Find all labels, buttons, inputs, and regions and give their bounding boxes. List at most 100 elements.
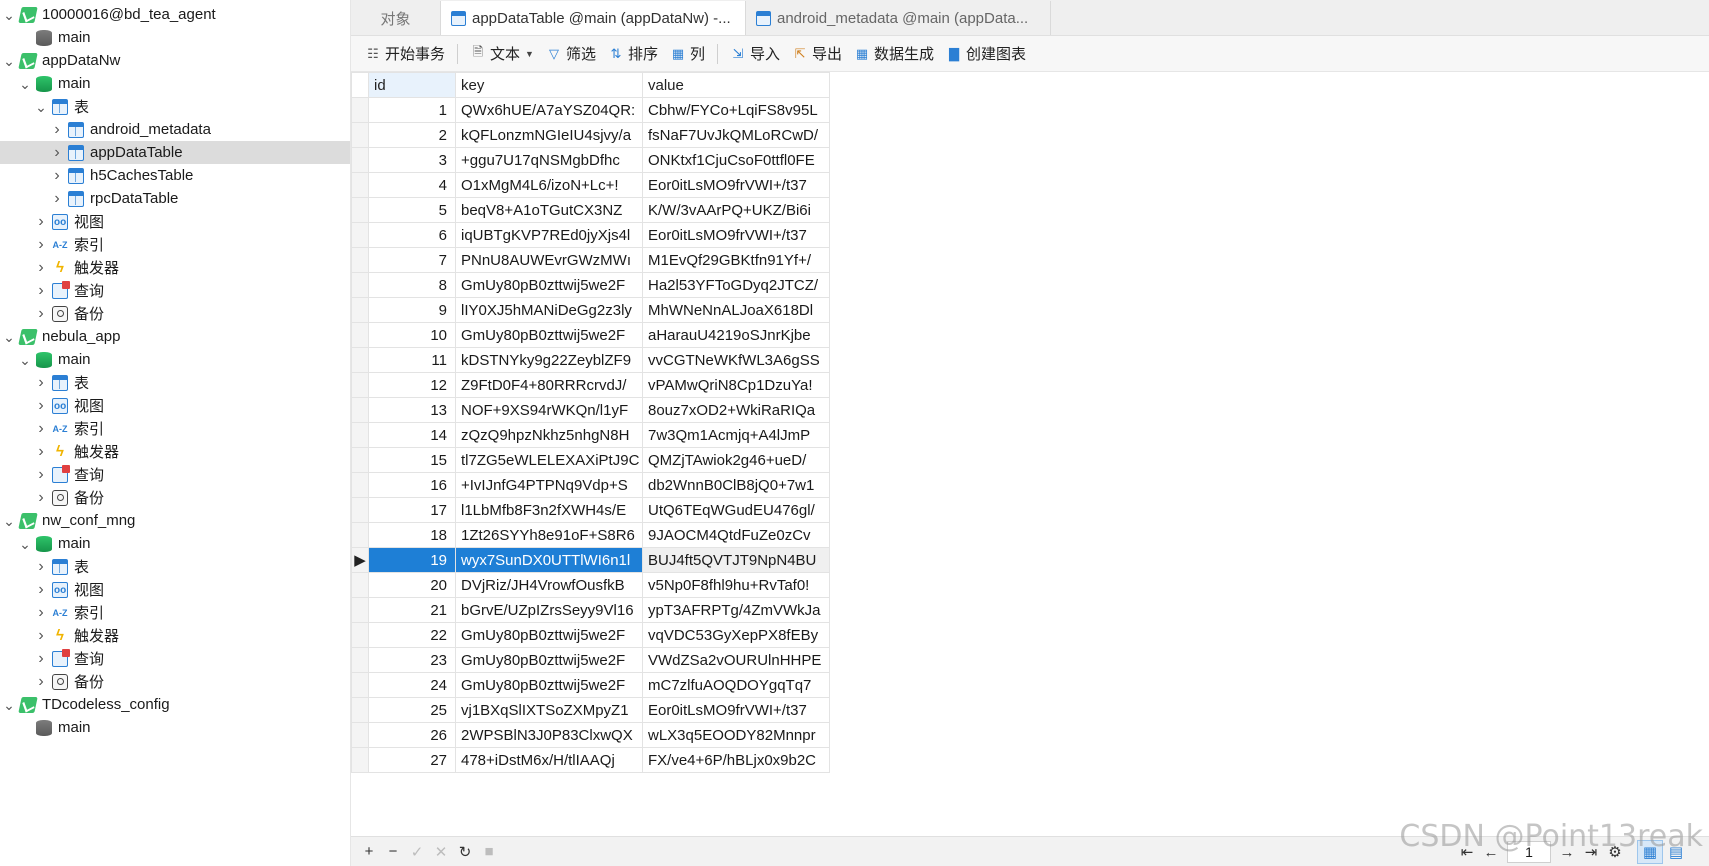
value-cell[interactable]: vvCGTNeWKfWL3A6gSS bbox=[642, 347, 830, 373]
row-marker[interactable] bbox=[351, 197, 369, 223]
tree-item-10000016-bd-tea-agent[interactable]: ⌄ 10000016@bd_tea_agent bbox=[0, 3, 350, 26]
data-generation-button[interactable]: ▦ 数据生成 bbox=[848, 40, 940, 68]
table-row[interactable]: 14 zQzQ9hpzNkhz5nhgN8H 7w3Qm1Acmjq+A4lJmP bbox=[351, 422, 830, 448]
id-cell[interactable]: 13 bbox=[368, 397, 456, 423]
current-row-arrow-icon[interactable]: ▶ bbox=[351, 547, 369, 573]
id-cell[interactable]: 20 bbox=[368, 572, 456, 598]
chevron-down-icon[interactable]: ⌄ bbox=[18, 77, 32, 91]
id-cell[interactable]: 16 bbox=[368, 472, 456, 498]
value-cell[interactable]: VWdZSa2vOURUlnHHPE bbox=[642, 647, 830, 673]
refresh-icon[interactable]: ↻ bbox=[453, 840, 477, 864]
x-icon[interactable]: ✕ bbox=[429, 840, 453, 864]
id-cell[interactable]: 9 bbox=[368, 297, 456, 323]
value-cell[interactable]: 9JAOCM4QtdFuZe0zCv bbox=[642, 522, 830, 548]
tree-item-表[interactable]: ⌄ 表 bbox=[0, 95, 350, 118]
chevron-right-icon[interactable]: › bbox=[34, 374, 48, 391]
row-marker[interactable] bbox=[351, 97, 369, 123]
id-cell[interactable]: 14 bbox=[368, 422, 456, 448]
table-row[interactable]: 6 iqUBTgKVP7REd0jyXjs4l Eor0itLsMO9frVWI+/… bbox=[351, 222, 830, 248]
tree-item-rpcdatatable[interactable]: › rpcDataTable bbox=[0, 187, 350, 210]
value-cell[interactable]: mC7zlfuAOQDOYgqTq7 bbox=[642, 672, 830, 698]
chevron-right-icon[interactable]: › bbox=[34, 673, 48, 690]
table-row[interactable]: 5 beqV8+A1oTGutCX3NZ K/W/3vAArPQ+UKZ/Bi6i bbox=[351, 197, 830, 223]
chevron-right-icon[interactable]: › bbox=[34, 558, 48, 575]
key-cell[interactable]: zQzQ9hpzNkhz5nhgN8H bbox=[455, 422, 643, 448]
chevron-right-icon[interactable]: › bbox=[34, 581, 48, 598]
key-cell[interactable]: GmUy80pB0zttwij5we2F bbox=[455, 322, 643, 348]
id-cell[interactable]: 15 bbox=[368, 447, 456, 473]
sort-button[interactable]: ⇅ 排序 bbox=[602, 40, 664, 68]
chevron-right-icon[interactable]: › bbox=[34, 282, 48, 299]
tree-item-备份[interactable]: › 备份 bbox=[0, 670, 350, 693]
row-marker[interactable] bbox=[351, 672, 369, 698]
chevron-down-icon[interactable]: ▼ bbox=[525, 49, 534, 59]
tree-item-main[interactable]: main bbox=[0, 716, 350, 739]
chevron-right-icon[interactable]: › bbox=[50, 121, 64, 138]
value-cell[interactable]: Eor0itLsMO9frVWI+/t37 bbox=[642, 222, 830, 248]
key-cell[interactable]: DVjRiz/JH4VrowfOusfkB bbox=[455, 572, 643, 598]
key-cell[interactable]: GmUy80pB0zttwij5we2F bbox=[455, 622, 643, 648]
chevron-down-icon[interactable]: ⌄ bbox=[18, 537, 32, 551]
row-marker[interactable] bbox=[351, 122, 369, 148]
form-view-icon[interactable]: ▤ bbox=[1663, 840, 1689, 864]
chevron-down-icon[interactable]: ⌄ bbox=[2, 330, 16, 344]
table-row[interactable]: ▶ 19 wyx7SunDX0UTTlWI6n1l BUJ4ft5QVTJT9NpN4… bbox=[351, 547, 830, 573]
row-marker[interactable] bbox=[351, 447, 369, 473]
value-cell[interactable]: Eor0itLsMO9frVWI+/t37 bbox=[642, 172, 830, 198]
tree-item-nw-conf-mng[interactable]: ⌄ nw_conf_mng bbox=[0, 509, 350, 532]
tree-item-main[interactable]: ⌄ main bbox=[0, 532, 350, 555]
row-marker[interactable] bbox=[351, 722, 369, 748]
column-header-id[interactable]: id bbox=[368, 72, 456, 98]
table-row[interactable]: 11 kDSTNYky9g22ZeyblZF9 vvCGTNeWKfWL3A6gSS bbox=[351, 347, 830, 373]
last-page-icon[interactable]: ⇥ bbox=[1579, 840, 1603, 864]
row-marker[interactable] bbox=[351, 347, 369, 373]
tree-item-备份[interactable]: › 备份 bbox=[0, 486, 350, 509]
value-cell[interactable]: aHarauU4219oSJnrKjbe bbox=[642, 322, 830, 348]
tree-item-触发器[interactable]: › ϟ 触发器 bbox=[0, 256, 350, 279]
key-cell[interactable]: wyx7SunDX0UTTlWI6n1l bbox=[455, 547, 643, 573]
tab-appdatatable[interactable]: appDataTable @main (appDataNw) -... bbox=[441, 1, 746, 35]
value-cell[interactable]: Ha2l53YFToGDyq2JTCZ/ bbox=[642, 272, 830, 298]
chevron-right-icon[interactable]: › bbox=[34, 397, 48, 414]
chevron-down-icon[interactable]: ⌄ bbox=[2, 54, 16, 68]
tree-item-索引[interactable]: › A-Z 索引 bbox=[0, 417, 350, 440]
row-marker[interactable] bbox=[351, 622, 369, 648]
key-cell[interactable]: GmUy80pB0zttwij5we2F bbox=[455, 672, 643, 698]
table-row[interactable]: 23 GmUy80pB0zttwij5we2F VWdZSa2vOURUlnHHPE bbox=[351, 647, 830, 673]
value-cell[interactable]: v5Np0F8fhl9hu+RvTaf0! bbox=[642, 572, 830, 598]
id-cell[interactable]: 17 bbox=[368, 497, 456, 523]
key-cell[interactable]: GmUy80pB0zttwij5we2F bbox=[455, 647, 643, 673]
row-marker[interactable] bbox=[351, 422, 369, 448]
tree-item-索引[interactable]: › A-Z 索引 bbox=[0, 601, 350, 624]
id-cell[interactable]: 6 bbox=[368, 222, 456, 248]
row-marker[interactable] bbox=[351, 597, 369, 623]
table-row[interactable]: 2 kQFLonzmNGIeIU4sjvy/a fsNaF7UvJkQMLoRCwD… bbox=[351, 122, 830, 148]
tab-android-metadata[interactable]: android_metadata @main (appData... bbox=[746, 1, 1051, 35]
chevron-right-icon[interactable]: › bbox=[34, 259, 48, 276]
row-marker[interactable] bbox=[351, 747, 369, 773]
key-cell[interactable]: QWx6hUE/A7aYSZ04QR: bbox=[455, 97, 643, 123]
tree-item-查询[interactable]: › 查询 bbox=[0, 279, 350, 302]
value-cell[interactable]: vqVDC53GyXepPX8fEBy bbox=[642, 622, 830, 648]
key-cell[interactable]: vj1BXqSlIXTSoZXMpyZ1 bbox=[455, 697, 643, 723]
chevron-right-icon[interactable]: › bbox=[34, 627, 48, 644]
tree-item-h5cachestable[interactable]: › h5CachesTable bbox=[0, 164, 350, 187]
key-cell[interactable]: beqV8+A1oTGutCX3NZ bbox=[455, 197, 643, 223]
tree-item-触发器[interactable]: › ϟ 触发器 bbox=[0, 440, 350, 463]
begin-transaction-button[interactable]: ☷ 开始事务 bbox=[359, 40, 451, 68]
column-header-value[interactable]: value bbox=[642, 72, 830, 98]
export-button[interactable]: ⇱ 导出 bbox=[786, 40, 848, 68]
chevron-right-icon[interactable]: › bbox=[34, 305, 48, 322]
id-cell[interactable]: 10 bbox=[368, 322, 456, 348]
id-cell[interactable]: 18 bbox=[368, 522, 456, 548]
table-row[interactable]: 22 GmUy80pB0zttwij5we2F vqVDC53GyXepPX8fEB… bbox=[351, 622, 830, 648]
row-marker[interactable] bbox=[351, 647, 369, 673]
value-cell[interactable]: FX/ve4+6P/hBLjx0x9b2C bbox=[642, 747, 830, 773]
tree-item-视图[interactable]: › 视图 bbox=[0, 210, 350, 233]
tree-item-appdatatable[interactable]: › appDataTable bbox=[0, 141, 350, 164]
stop-icon[interactable]: ■ bbox=[477, 840, 501, 864]
id-cell[interactable]: 23 bbox=[368, 647, 456, 673]
chevron-right-icon[interactable]: › bbox=[34, 443, 48, 460]
chevron-right-icon[interactable]: › bbox=[50, 167, 64, 184]
table-row[interactable]: 24 GmUy80pB0zttwij5we2F mC7zlfuAOQDOYgqTq7 bbox=[351, 672, 830, 698]
